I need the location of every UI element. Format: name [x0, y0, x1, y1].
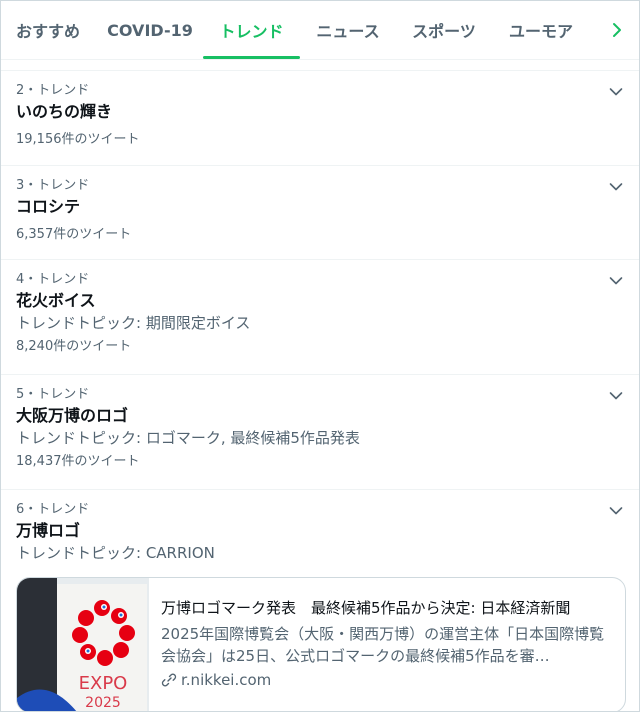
trend-item[interactable]: 4・トレンド 花火ボイス トレンドトピック: 期間限定ボイス 8,240件のツイ…: [1, 260, 639, 375]
chevron-down-icon: [609, 507, 623, 515]
card-thumbnail: EXPO 2025: [17, 578, 149, 711]
tabs-next-button[interactable]: [603, 1, 631, 59]
active-tab-indicator: [203, 56, 300, 59]
trend-more-button[interactable]: [607, 178, 625, 196]
trend-name: 万博ロゴ: [16, 521, 81, 540]
chevron-down-icon: [609, 277, 623, 285]
tab-label: ユーモア: [508, 22, 573, 41]
tab-label: トレンド: [219, 22, 284, 41]
card-domain: r.nikkei.com: [161, 670, 613, 690]
tab-recommended[interactable]: おすすめ: [14, 1, 82, 59]
explore-tabs: おすすめ COVID-19 トレンド ニュース スポーツ ユーモア: [1, 1, 639, 60]
tab-label: おすすめ: [15, 22, 80, 41]
trend-name: 花火ボイス: [16, 291, 96, 310]
chevron-down-icon: [609, 392, 623, 400]
trend-tweet-count: 19,156件のツイート: [16, 132, 140, 147]
link-icon: [161, 673, 177, 687]
trend-item[interactable]: 5・トレンド 大阪万博のロゴ トレンドトピック: ロゴマーク, 最終候補5作品発…: [1, 375, 639, 490]
trend-rank: 6・トレンド: [16, 502, 90, 517]
trend-topic: トレンドトピック: 期間限定ボイス: [16, 314, 251, 332]
tab-news[interactable]: ニュース: [314, 1, 382, 59]
explore-panel: おすすめ COVID-19 トレンド ニュース スポーツ ユーモア 2・トレンド…: [0, 0, 640, 712]
trend-tweet-count: 18,437件のツイート: [16, 454, 140, 469]
news-link-card[interactable]: EXPO 2025 万博ロゴマーク発表 最終候補5作品から決定: 日本経済新聞 …: [16, 577, 626, 711]
tab-humor[interactable]: ユーモア: [506, 1, 576, 59]
trend-topic: トレンドトピック: ロゴマーク, 最終候補5作品発表: [16, 429, 360, 447]
tab-trends[interactable]: トレンド: [203, 1, 300, 59]
card-title: 万博ロゴマーク発表 最終候補5作品から決定: 日本経済新聞: [161, 599, 571, 617]
trend-item[interactable]: 3・トレンド コロシテ 6,357件のツイート: [1, 166, 639, 260]
tab-label: COVID-19: [107, 20, 193, 40]
chevron-right-icon: [613, 23, 621, 37]
trend-item[interactable]: 2・トレンド いのちの輝き 19,156件のツイート: [1, 71, 639, 166]
trend-tweet-count: 8,240件のツイート: [16, 339, 132, 354]
tab-label: ニュース: [316, 22, 380, 41]
card-body: 万博ロゴマーク発表 最終候補5作品から決定: 日本経済新聞 2025年国際博覧会…: [161, 598, 613, 690]
trend-more-button[interactable]: [607, 83, 625, 101]
trend-name: コロシテ: [16, 197, 81, 216]
trend-tweet-count: 6,357件のツイート: [16, 227, 132, 242]
tab-covid19[interactable]: COVID-19: [107, 1, 193, 59]
tab-sports[interactable]: スポーツ: [409, 1, 479, 59]
trend-topic: トレンドトピック: CARRION: [16, 544, 215, 562]
trend-name: いのちの輝き: [16, 102, 113, 121]
card-domain-text: r.nikkei.com: [181, 671, 272, 689]
trend-rank: 3・トレンド: [16, 178, 90, 193]
chevron-down-icon: [609, 183, 623, 191]
card-description: 2025年国際博覧会（大阪・関西万博）の運営主体「日本国際博覧会協会」は25日、…: [161, 625, 605, 665]
expo-logo-image: EXPO 2025: [17, 578, 149, 711]
trend-rank: 2・トレンド: [16, 83, 90, 98]
trend-rank: 5・トレンド: [16, 387, 90, 402]
chevron-down-icon: [609, 88, 623, 96]
trend-name: 大阪万博のロゴ: [16, 406, 129, 425]
tab-label: スポーツ: [412, 22, 476, 41]
trend-more-button[interactable]: [607, 502, 625, 520]
thumb-text-expo: EXPO: [79, 673, 128, 694]
thumb-text-year: 2025: [85, 695, 121, 711]
trend-rank: 4・トレンド: [16, 272, 90, 287]
trend-more-button[interactable]: [607, 272, 625, 290]
trend-more-button[interactable]: [607, 387, 625, 405]
